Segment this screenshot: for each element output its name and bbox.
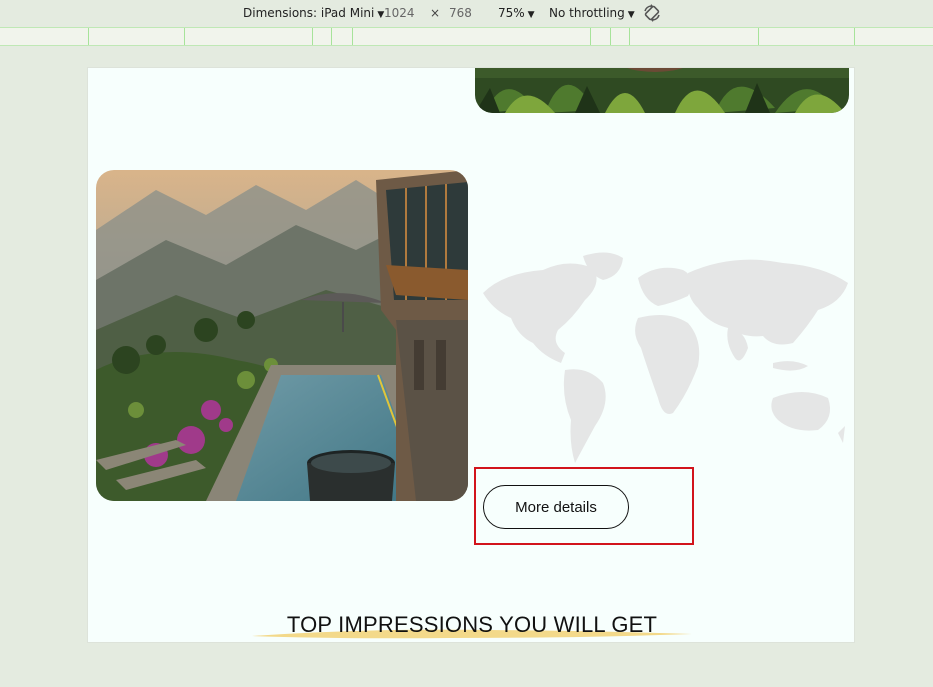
- media-query-bar[interactable]: [0, 27, 933, 46]
- ruler-tick[interactable]: [184, 28, 185, 45]
- chevron-down-icon: ▼: [527, 10, 535, 20]
- chevron-down-icon: ▼: [627, 10, 635, 20]
- throttling-label: No throttling: [549, 6, 625, 20]
- world-map-graphic: [473, 248, 853, 478]
- mountain-resort-pool-image: [96, 170, 468, 501]
- dimensions-dropdown[interactable]: Dimensions: iPad Mini ▼: [243, 6, 384, 20]
- ruler-tick[interactable]: [629, 28, 630, 45]
- ruler-tick[interactable]: [88, 28, 89, 45]
- throttling-dropdown[interactable]: No throttling ▼: [549, 6, 635, 20]
- ruler-tick[interactable]: [352, 28, 353, 45]
- ruler-tick[interactable]: [758, 28, 759, 45]
- jungle-image: [475, 68, 849, 113]
- width-input[interactable]: 1024: [384, 6, 415, 20]
- ruler-tick[interactable]: [312, 28, 313, 45]
- highlight-annotation: [474, 467, 694, 545]
- dimensions-label: Dimensions: iPad Mini: [243, 6, 375, 20]
- ruler-tick[interactable]: [854, 28, 855, 45]
- ruler-tick[interactable]: [331, 28, 332, 45]
- ruler-tick[interactable]: [590, 28, 591, 45]
- zoom-dropdown[interactable]: 75% ▼: [498, 6, 535, 20]
- section-title: TOP IMPRESSIONS YOU WILL GET: [286, 612, 658, 637]
- zoom-label: 75%: [498, 6, 525, 20]
- devtools-toolbar: Dimensions: iPad Mini ▼ 1024 × 768 75% ▼ N…: [0, 0, 933, 27]
- rotate-icon[interactable]: [642, 3, 662, 26]
- times-icon: ×: [430, 6, 441, 20]
- ruler-tick[interactable]: [610, 28, 611, 45]
- height-input[interactable]: 768: [449, 6, 472, 20]
- page-viewport: More details TOP IMPRESSIONS YOU WILL GE…: [87, 67, 855, 643]
